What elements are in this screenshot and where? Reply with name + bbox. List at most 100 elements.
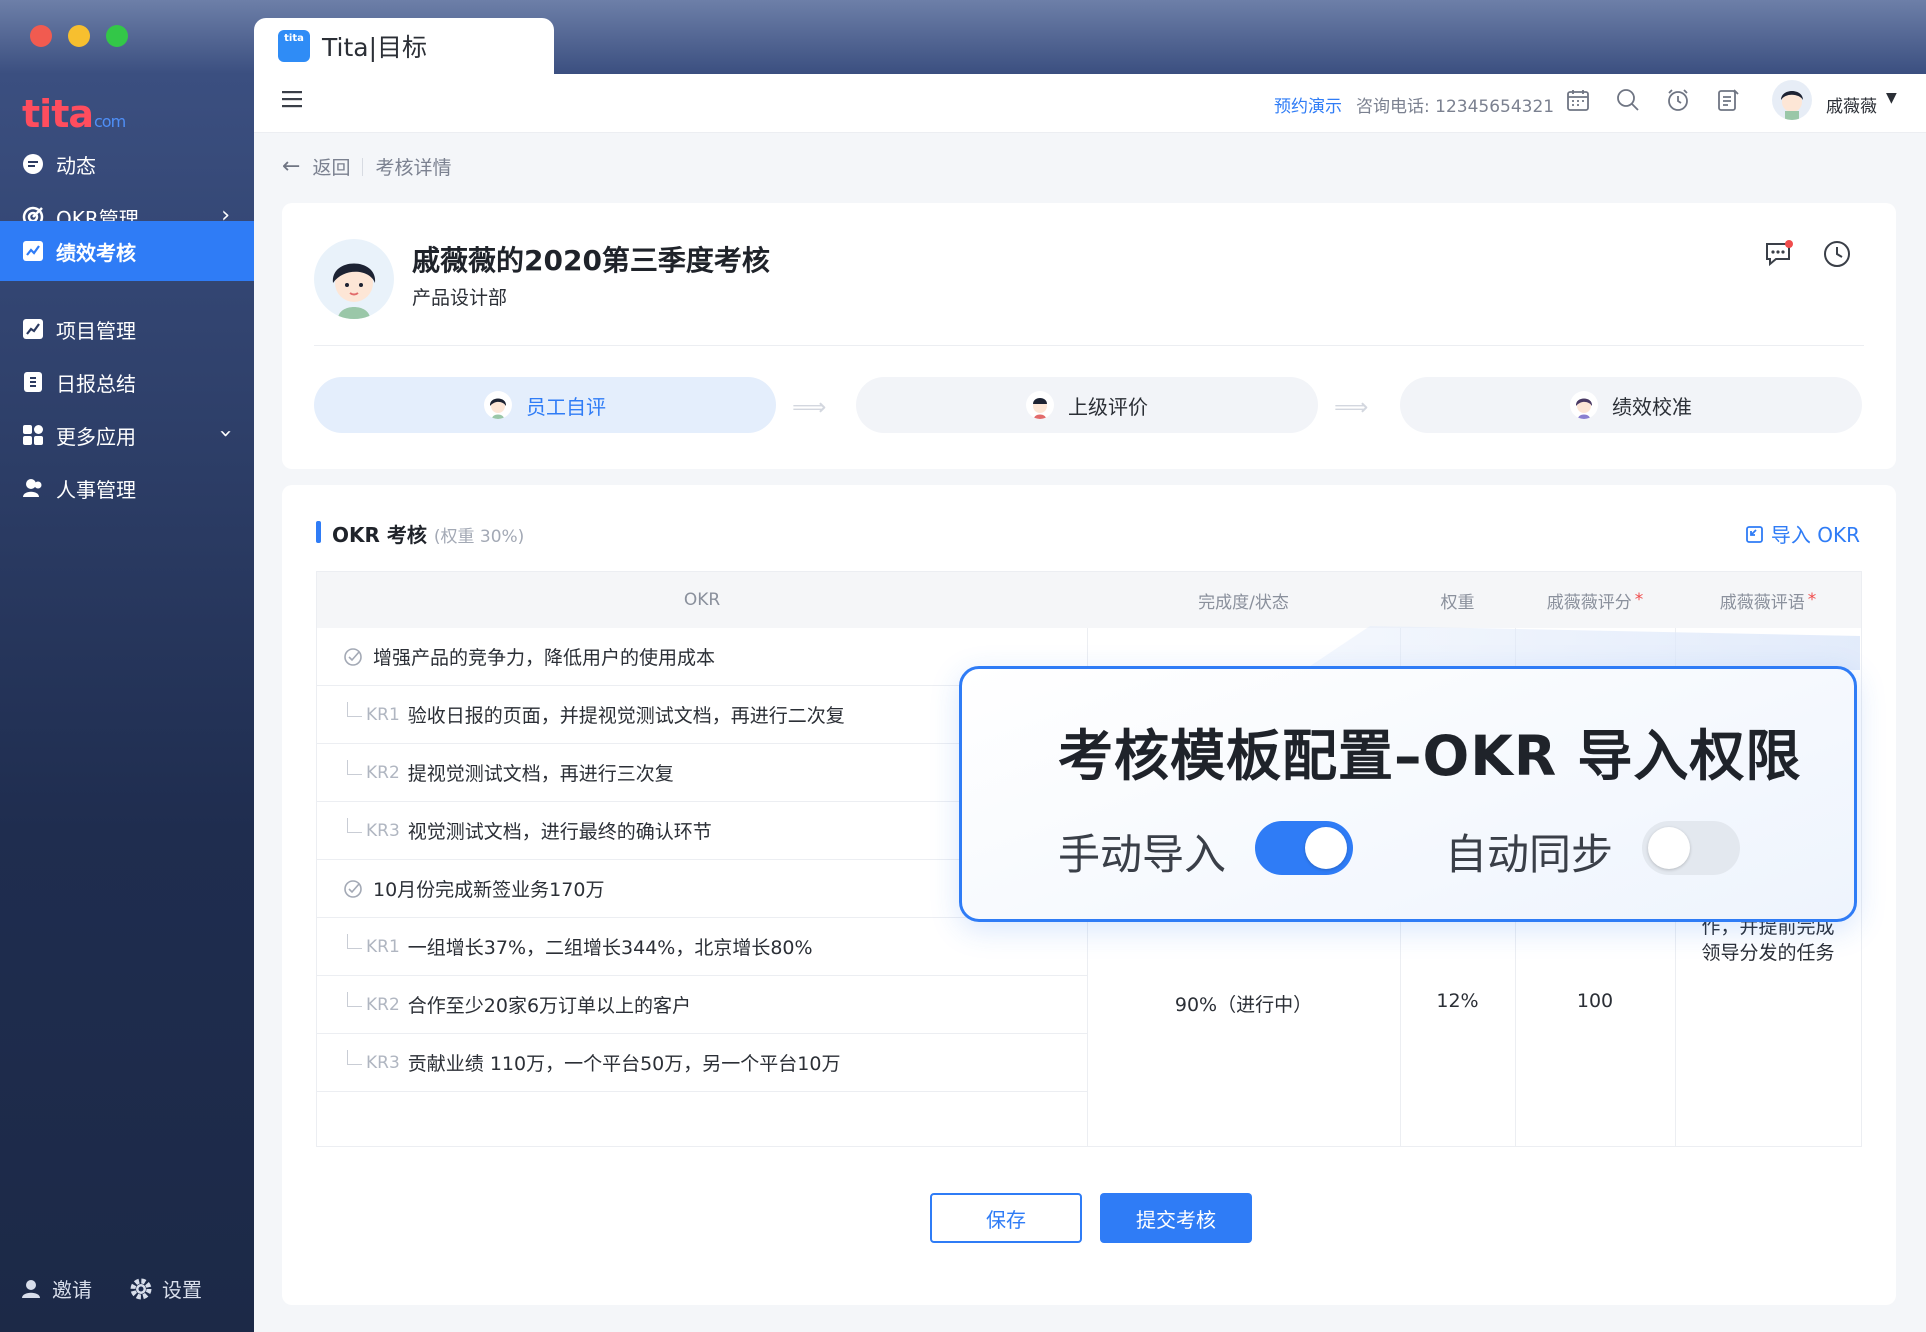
- sidebar-item-label: 日报总结: [56, 371, 136, 396]
- tita-logo[interactable]: titacom: [22, 92, 126, 136]
- sidebar-item-feed[interactable]: 动态: [0, 136, 254, 192]
- department-label: 产品设计部: [412, 287, 508, 309]
- logo-text: tita: [22, 92, 94, 136]
- people-icon: [22, 477, 44, 499]
- col-okr: OKR: [683, 590, 721, 610]
- calendar-icon[interactable]: [1566, 88, 1594, 116]
- import-okr-button[interactable]: 导入 OKR: [1745, 519, 1860, 548]
- book-demo-link[interactable]: 预约演示: [1274, 92, 1342, 117]
- maximize-window-button[interactable]: [106, 25, 128, 47]
- tree-branch: [347, 818, 362, 833]
- save-button[interactable]: 保存: [930, 1193, 1082, 1243]
- auto-sync-toggle[interactable]: [1642, 821, 1740, 875]
- tree-branch: [347, 934, 362, 949]
- step-manager-review[interactable]: 上级评价: [856, 377, 1318, 433]
- objective-text: 10月份完成新签业务170万: [373, 879, 605, 901]
- back-arrow-icon[interactable]: ←: [282, 154, 300, 179]
- auto-sync-label: 自动同步: [1445, 830, 1614, 879]
- search-icon[interactable]: [1616, 88, 1644, 116]
- manual-import-label: 手动导入: [1058, 830, 1227, 879]
- review-title: 戚薇薇的2020第三季度考核: [412, 244, 770, 277]
- col-comment-label: 戚薇薇评语: [1719, 592, 1805, 613]
- manual-import-toggle[interactable]: [1255, 821, 1353, 875]
- kr-text: 一组增长37%，二组增长344%，北京增长80%: [407, 937, 813, 959]
- browser-tab[interactable]: tita Tita|目标: [254, 18, 554, 74]
- tree-branch: [347, 702, 362, 717]
- review-header-card: 戚薇薇的2020第三季度考核 产品设计部 员工自评 ⟹ 上级评价 ⟹ 绩效校准: [282, 203, 1896, 469]
- step-calibration[interactable]: 绩效校准: [1400, 377, 1862, 433]
- step-label: 上级评价: [1068, 394, 1148, 419]
- user-avatar[interactable]: [1772, 80, 1812, 120]
- hamburger-icon: [282, 91, 302, 108]
- window-titlebar: tita Tita|目标: [0, 0, 1926, 74]
- col-score-label: 戚薇薇评分: [1546, 592, 1632, 613]
- sidebar-item-daily-report[interactable]: 日报总结: [0, 354, 254, 410]
- hotline-text: 咨询电话: 12345654321: [1356, 97, 1555, 117]
- required-star: *: [1807, 590, 1817, 610]
- menu-toggle-button[interactable]: [282, 90, 302, 112]
- kr-tag: KR2: [366, 994, 400, 1015]
- sidebar-item-performance[interactable]: 绩效考核: [0, 221, 254, 281]
- step-label: 绩效校准: [1612, 394, 1692, 419]
- notes-icon[interactable]: [1716, 88, 1744, 116]
- comment-icon[interactable]: [1764, 239, 1794, 269]
- chat-bubble-icon: [22, 153, 44, 175]
- alarm-clock-icon[interactable]: [1666, 88, 1694, 116]
- sidebar-item-hr[interactable]: 人事管理: [0, 460, 254, 516]
- sidebar-item-label: 绩效考核: [56, 240, 136, 265]
- sidebar-item-projects[interactable]: 项目管理: [0, 301, 254, 357]
- import-okr-label: 导入 OKR: [1770, 523, 1860, 547]
- breadcrumb-divider: [362, 157, 364, 176]
- sidebar-item-label: 人事管理: [56, 477, 136, 502]
- objective-text: 增强产品的竞争力，降低用户的使用成本: [373, 647, 716, 669]
- caret-down-icon[interactable]: ▼: [1886, 90, 1897, 106]
- step-self-review[interactable]: 员工自评: [314, 377, 776, 433]
- sidebar-item-label: 更多应用: [56, 424, 136, 449]
- breadcrumb: ← 返回 考核详情: [282, 153, 451, 180]
- employee-avatar: [314, 239, 394, 319]
- toggle-knob: [1648, 827, 1690, 869]
- objective-target-icon: [344, 879, 362, 898]
- kr-row[interactable]: KR1 一组增长37%，二组增长344%，北京增长80%: [317, 918, 1087, 976]
- kr-text: 提视觉测试文档，再进行三次复: [407, 763, 674, 785]
- tree-branch: [347, 1050, 362, 1065]
- user-name[interactable]: 戚薇薇: [1826, 92, 1877, 117]
- tree-branch: [347, 760, 362, 775]
- step-avatar-icon: [484, 391, 512, 419]
- kr-text: 视觉测试文档，进行最终的确认环节: [407, 821, 712, 843]
- sidebar-footer: 邀请 设置: [22, 1274, 202, 1303]
- kr-row[interactable]: KR2 合作至少20家6万订单以上的客户: [317, 976, 1087, 1034]
- step-label: 员工自评: [526, 394, 606, 419]
- kr-row[interactable]: KR3 贡献业绩 110万，一个平台50万，另一个平台10万: [317, 1034, 1087, 1092]
- sidebar-item-more-apps[interactable]: 更多应用 ›: [0, 407, 254, 463]
- daily-report-icon: [22, 371, 44, 393]
- col-weight: 权重: [1440, 592, 1475, 613]
- settings-button[interactable]: 设置: [130, 1274, 202, 1303]
- col-comment: 戚薇薇评语 *: [1675, 572, 1861, 628]
- history-clock-icon[interactable]: [1822, 239, 1852, 269]
- kr-text: 合作至少20家6万订单以上的客户: [407, 995, 692, 1017]
- trend-icon: [22, 318, 44, 340]
- close-window-button[interactable]: [30, 25, 52, 47]
- gear-icon: [130, 1278, 152, 1299]
- step-arrow-icon: ⟹: [792, 393, 827, 421]
- back-link[interactable]: 返回: [312, 153, 350, 180]
- permission-callout: 考核模板配置–OKR 导入权限 手动导入 自动同步: [959, 666, 1857, 922]
- sidebar-item-label: 动态: [56, 153, 96, 178]
- tab-title: Tita|目标: [322, 33, 427, 62]
- chart-icon: [22, 240, 44, 262]
- section-accent-bar: [316, 521, 321, 543]
- submit-review-button[interactable]: 提交考核: [1100, 1193, 1252, 1243]
- sidebar-item-label: 项目管理: [56, 318, 136, 343]
- step-arrow-icon: ⟹: [1334, 393, 1369, 421]
- weight-value: 12%: [1436, 990, 1479, 1012]
- toggle-knob: [1305, 827, 1347, 869]
- kr-tag: KR3: [366, 820, 400, 841]
- invite-button[interactable]: 邀请: [22, 1274, 92, 1303]
- minimize-window-button[interactable]: [68, 25, 90, 47]
- score-value[interactable]: 100: [1515, 990, 1675, 1012]
- apps-grid-icon: [22, 424, 44, 446]
- kr-text: 验收日报的页面，并提视觉测试文档，再进行二次复: [407, 705, 845, 727]
- objective-target-icon: [344, 647, 362, 666]
- kr-tag: KR1: [366, 936, 400, 957]
